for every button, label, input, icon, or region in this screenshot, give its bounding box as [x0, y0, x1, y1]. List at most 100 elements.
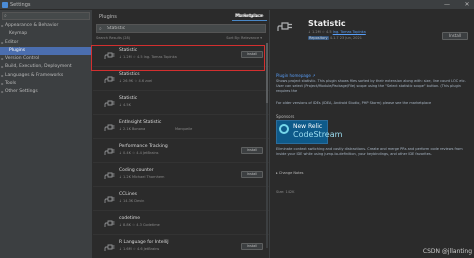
sidebar-item-label: Keymap — [9, 31, 28, 37]
newrelic-logo-icon — [279, 124, 289, 134]
plugin-name: Coding counter — [119, 168, 154, 173]
plugin-meta: ↓ 26.9K ☆ 4.6 zxel — [119, 79, 153, 83]
plugin-plug-icon — [104, 196, 115, 203]
sponsor-logo[interactable]: New Relic CodeStream — [276, 120, 342, 144]
plugin-row[interactable]: Statistics ↓ 26.9K ☆ 4.6 zxel — [93, 67, 269, 91]
chevron-right-icon[interactable]: ▸ — [2, 88, 4, 96]
install-button[interactable]: Install — [241, 243, 263, 250]
results-count: Search Results (28) — [96, 36, 131, 40]
chevron-right-icon[interactable]: ▸ — [2, 39, 4, 47]
plugin-plug-icon — [104, 52, 115, 59]
chevron-right-icon[interactable]: ▸ — [2, 63, 4, 71]
sidebar-item-label: Other Settings — [5, 89, 38, 95]
sidebar-item-label: Editor — [5, 39, 19, 45]
results-bar: Search Results (28) Sort By: Relevance ▾ — [96, 36, 266, 42]
plugin-search-input[interactable] — [107, 25, 257, 32]
sidebar-item-label: Appearance & Behavior — [5, 23, 59, 28]
plugin-name: Statistics — [119, 72, 140, 77]
tab-marketplace-active[interactable]: Marketplace — [232, 12, 266, 21]
plugin-name: CCLines — [119, 192, 138, 197]
sidebar-item-version-control[interactable]: ▸ Version Control — [0, 55, 92, 63]
settings-search-field[interactable]: ⌕ — [2, 12, 90, 20]
plugin-row[interactable]: R Language for IntelliJ ↓ 1.6M ☆ 4.6 JetB… — [93, 235, 269, 258]
plugin-row[interactable]: Statistic ↓ 4.5K — [93, 91, 269, 115]
download-rating: ↓ 1.2M ☆ 4.5 — [308, 30, 332, 34]
plugin-row[interactable]: Statistic ↓ 1.2M ☆ 4.5 Ing. Tomas Topinka… — [91, 43, 269, 71]
plugin-meta: ↓ 14.3K Devin — [119, 199, 145, 203]
sort-dropdown[interactable]: Sort By: Relevance ▾ — [226, 36, 262, 40]
sidebar-item-label: Version Control — [5, 56, 40, 62]
sidebar-item-label: Plugins — [9, 47, 26, 53]
settings-nav: ▸ Appearance & Behavior Keymap ▸ Editor Plugi… — [0, 22, 92, 97]
plugin-plug-icon — [104, 100, 115, 107]
plugin-description-older: For older versions of IDEs (IDEA, Androi… — [276, 101, 432, 105]
plugin-homepage-link[interactable]: Plugin homepage ↗ — [276, 73, 315, 78]
plugin-plug-icon — [277, 22, 292, 31]
plugin-description: Shows project statistic. This plugin sho… — [276, 79, 466, 93]
plugin-name: codetime — [119, 216, 141, 221]
plugin-name: R Language for IntelliJ — [119, 240, 169, 245]
title-bar: Settings — ✕ — [0, 0, 474, 10]
plugins-panel: Plugins Marketplace ⌕ Search Results (28… — [91, 10, 269, 258]
page-title: Plugins — [99, 14, 117, 20]
app-icon — [2, 2, 8, 8]
plugin-name: Performance Tracking — [119, 144, 168, 149]
window-title: Settings — [10, 2, 31, 8]
plugin-plug-icon — [104, 148, 115, 155]
plugin-name: Statistic — [119, 48, 138, 53]
chevron-right-icon[interactable]: ▸ — [2, 72, 4, 80]
sidebar-item-build-execution-deployment[interactable]: ▸ Build, Execution, Deployment — [0, 63, 92, 71]
sidebar-item-editor[interactable]: ▸ Editor — [0, 39, 92, 47]
plugin-name: Statistic — [119, 96, 138, 101]
install-button[interactable]: Install — [442, 32, 468, 40]
watermark: CSDN @jllanting — [422, 248, 472, 255]
sidebar-item-languages-frameworks[interactable]: ▸ Languages & Frameworks — [0, 72, 92, 80]
plugin-list: Statistic ↓ 1.2M ☆ 4.5 Ing. Tomas Topinka… — [91, 43, 269, 258]
sidebar-item-tools[interactable]: ▸ Tools — [0, 80, 92, 88]
sidebar-item-label: Languages & Frameworks — [5, 72, 64, 78]
scrollbar-thumb[interactable] — [266, 43, 268, 103]
sidebar-item-other-settings[interactable]: ▸ Other Settings — [0, 88, 92, 96]
search-icon: ⌕ — [4, 13, 7, 19]
sidebar-item-keymap[interactable]: Keymap — [0, 30, 92, 38]
sponsor-line1: New Relic — [293, 123, 323, 130]
sidebar-item-appearance-behavior[interactable]: ▸ Appearance & Behavior — [0, 22, 92, 30]
search-icon: ⌕ — [99, 26, 102, 32]
install-button[interactable]: Install — [241, 51, 263, 58]
install-button[interactable]: Install — [241, 171, 263, 178]
settings-sidebar: ⌕ ▸ Appearance & Behavior Keymap ▸ Editor Plu… — [0, 10, 93, 258]
plugin-plug-icon — [104, 244, 115, 251]
plugin-meta: ↓ 1.2M ☆ 4.5 Ing. Tomas Topinka — [308, 30, 366, 34]
chevron-right-icon[interactable]: ▸ — [2, 55, 4, 63]
sponsors-heading: Sponsors — [276, 114, 295, 119]
plugin-version-row: Repository 4.1.7 23 Jun, 2021 — [308, 36, 362, 40]
close-button[interactable]: ✕ — [462, 1, 472, 9]
install-button[interactable]: Install — [241, 147, 263, 154]
chevron-right-icon[interactable]: ▸ — [2, 22, 4, 30]
author-link[interactable]: Ing. Tomas Topinka — [333, 30, 366, 34]
plugin-row[interactable]: EntInsight Statistic ↓ 2.1K Bonona Marquei… — [93, 115, 269, 139]
plugin-meta: ↓ 1.2K Michael Thornhem — [119, 175, 165, 179]
plugin-meta: ↓ 4.5K — [119, 103, 131, 107]
plugin-plug-icon — [104, 124, 115, 131]
sponsor-line2: CodeStream — [293, 130, 343, 139]
plugin-row[interactable]: Performance Tracking ↓ 0.4K ☆ 4.4 JetBrai… — [93, 139, 269, 163]
version-date: 4.1.7 23 Jun, 2021 — [329, 36, 362, 40]
plugin-list-scrollbar[interactable] — [266, 43, 268, 248]
plugin-row[interactable]: CCLines ↓ 14.3K Devin — [93, 187, 269, 211]
sidebar-item-label: Build, Execution, Deployment — [5, 64, 72, 70]
plugin-plug-icon — [104, 220, 115, 227]
sidebar-item-plugins[interactable]: Plugins — [0, 46, 92, 56]
settings-search-input[interactable] — [11, 13, 89, 19]
plugin-row[interactable]: Coding counter ↓ 1.2K Michael Thornhem Ins… — [93, 163, 269, 187]
minimize-button[interactable]: — — [442, 1, 452, 9]
plugin-meta: ↓ 0.4K ☆ 4.4 JetBrains — [119, 151, 159, 155]
plugin-search-field[interactable]: ⌕ — [96, 24, 266, 33]
sidebar-item-label: Tools — [5, 81, 17, 87]
chevron-right-icon[interactable]: ▸ — [2, 80, 4, 88]
plugin-plug-icon — [104, 76, 115, 83]
plugin-row[interactable]: codetime ↓ 8.8K ☆ 4.3 Codetime — [93, 211, 269, 235]
plugin-name: Statistic — [308, 19, 346, 28]
change-notes-toggle[interactable]: ▸ Change Notes — [276, 171, 304, 175]
plugin-meta: ↓ 1.6M ☆ 4.6 JetBrains — [119, 247, 160, 251]
